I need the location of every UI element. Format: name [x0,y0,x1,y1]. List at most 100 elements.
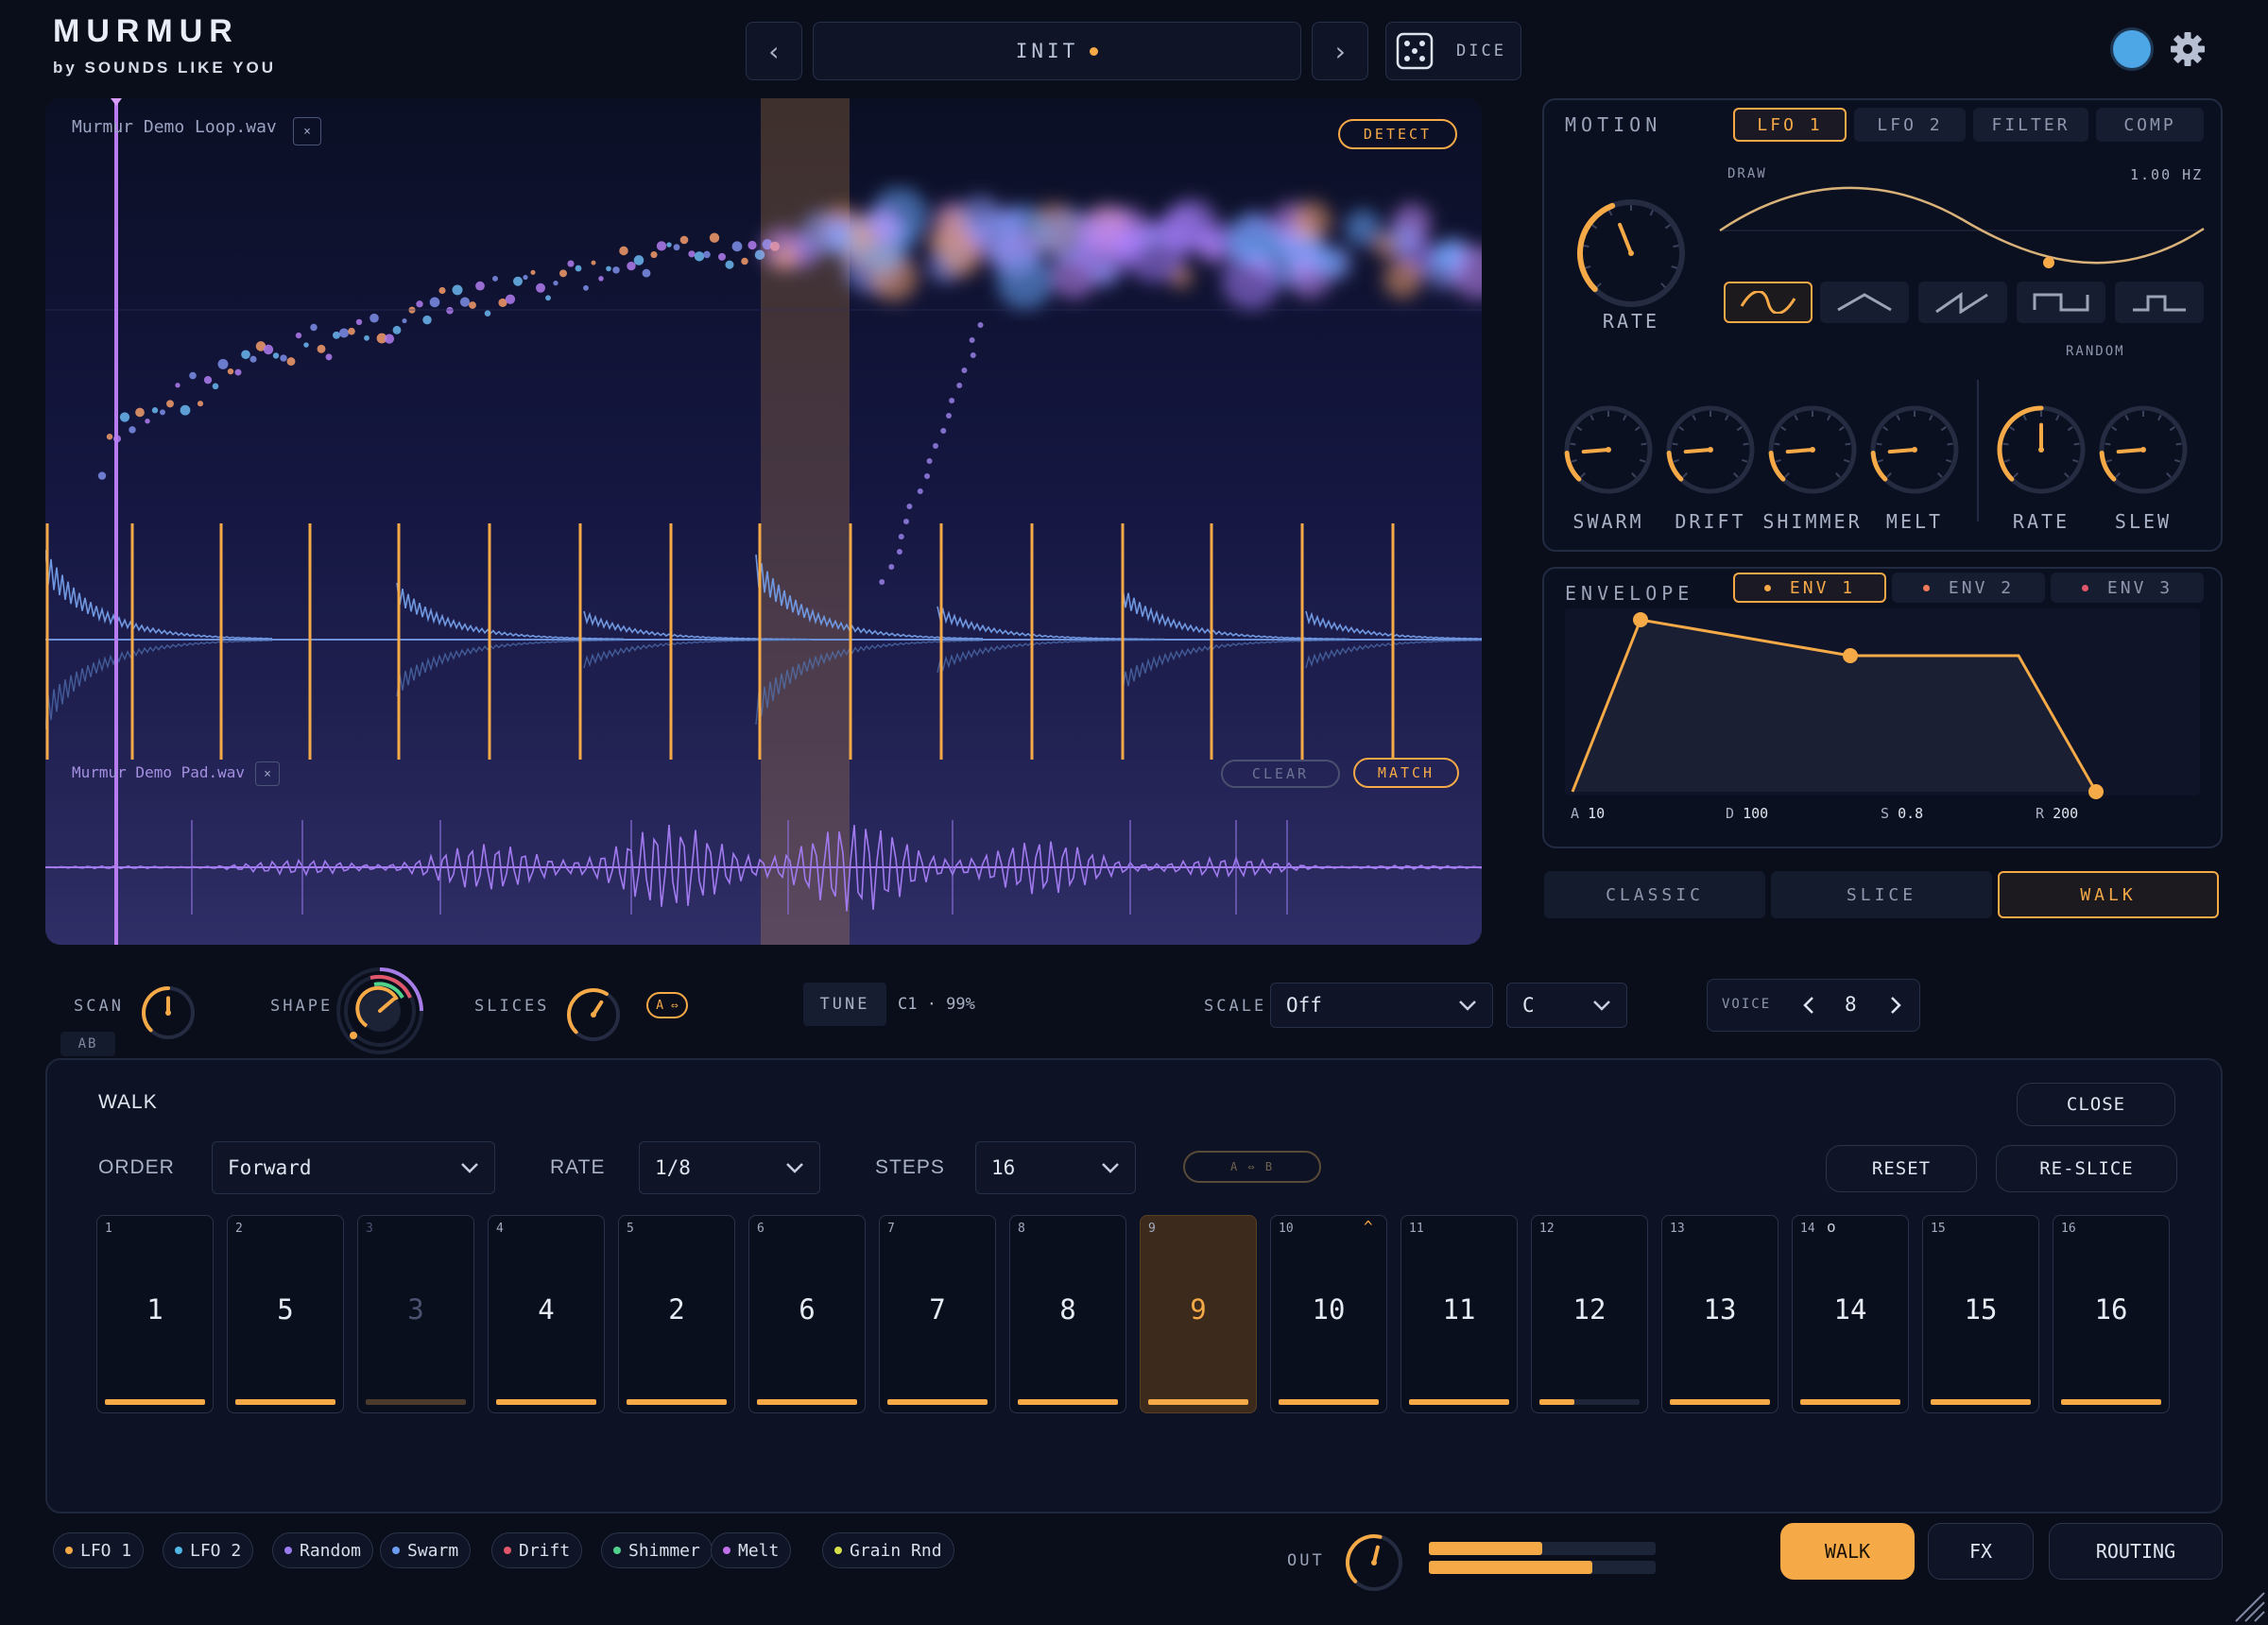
step-level-bar[interactable] [1279,1399,1379,1405]
walk-step[interactable]: 77 [879,1215,996,1413]
reset-button[interactable]: RESET [1826,1145,1977,1192]
steps-dropdown[interactable]: 16 [975,1141,1136,1194]
mode-classic-button[interactable]: CLASSIC [1544,871,1765,918]
tab-lfo1[interactable]: LFO 1 [1733,108,1847,142]
voice-increment-button[interactable] [1888,995,1903,1016]
step-level-bar[interactable] [887,1399,988,1405]
step-level-bar[interactable] [2061,1399,2161,1405]
walk-step[interactable]: 14 o 14 [1792,1215,1909,1413]
scan-knob[interactable] [138,983,198,1043]
mod-source-chip[interactable]: Melt [711,1532,792,1568]
next-preset-button[interactable]: › [1312,22,1368,80]
release-handle[interactable] [2088,784,2104,799]
step-level-bar[interactable] [627,1399,727,1405]
walk-step[interactable]: 10 ^ 10 [1270,1215,1387,1413]
mode-slice-button[interactable]: SLICE [1771,871,1992,918]
order-dropdown[interactable]: Forward [212,1141,495,1194]
knob-shimmer[interactable] [1765,402,1860,497]
walk-step[interactable]: 88 [1009,1215,1126,1413]
step-level-bar[interactable] [1931,1399,2031,1405]
resize-handle-icon[interactable] [2230,1587,2266,1623]
slices-ab-toggle[interactable]: A ⇔ [646,992,688,1018]
mod-source-chip[interactable]: Drift [491,1532,583,1568]
footer-fx-button[interactable]: FX [1928,1523,2034,1580]
shape-triangle-button[interactable] [1820,282,1909,323]
reslice-button[interactable]: RE-SLICE [1996,1145,2177,1192]
knob-slew[interactable] [2096,402,2191,497]
scale-dropdown[interactable]: Off [1270,983,1493,1028]
step-level-bar[interactable] [757,1399,857,1405]
step-level-bar[interactable] [1018,1399,1118,1405]
lfo-curve[interactable] [1716,185,2208,270]
mod-source-chip[interactable]: Random [272,1532,374,1568]
remove-sample-b-button[interactable]: × [255,761,280,786]
playhead-handle[interactable] [111,98,122,106]
lfo-rate-knob[interactable] [1574,197,1688,310]
mod-source-chip[interactable]: LFO 1 [53,1532,145,1568]
prev-preset-button[interactable]: ‹ [746,22,802,80]
knob-drift[interactable] [1663,402,1758,497]
shape-square-button[interactable] [2017,282,2105,323]
tab-comp[interactable]: COMP [2096,108,2204,142]
shape-knob[interactable] [333,962,427,1056]
walk-step[interactable]: 13 13 [1661,1215,1778,1413]
tab-lfo2[interactable]: LFO 2 [1854,108,1966,142]
walk-rate-dropdown[interactable]: 1/8 [639,1141,820,1194]
walk-close-button[interactable]: CLOSE [2017,1083,2175,1126]
shape-saw-button[interactable] [1918,282,2007,323]
walk-step[interactable]: 16 16 [2053,1215,2170,1413]
gear-icon[interactable] [2169,30,2207,68]
walk-step[interactable]: 52 [618,1215,735,1413]
ab-toggle[interactable]: AB [60,1032,115,1056]
out-knob[interactable] [1342,1531,1406,1595]
step-level-bar[interactable] [496,1399,596,1405]
tab-env2[interactable]: ENV 2 [1892,573,2045,603]
walk-step[interactable]: 25 [227,1215,344,1413]
mod-source-chip[interactable]: Shimmer [601,1532,713,1568]
footer-routing-button[interactable]: ROUTING [2049,1523,2223,1580]
slices-knob[interactable] [563,984,624,1045]
dice-button[interactable]: DICE [1385,22,1521,80]
shape-random-button[interactable] [2115,282,2204,323]
walk-step[interactable]: 11 11 [1400,1215,1518,1413]
tune-value[interactable]: C1 · 99% [898,995,975,1014]
knob-melt[interactable] [1867,402,1962,497]
walk-ab-toggle[interactable]: A ⇔ B [1183,1151,1321,1183]
step-level-bar[interactable] [105,1399,205,1405]
walk-step[interactable]: 99 [1140,1215,1257,1413]
envelope-graph[interactable] [1561,605,2204,803]
tab-env3[interactable]: ENV 3 [2051,573,2204,603]
walk-step[interactable]: 66 [748,1215,866,1413]
tab-env1[interactable]: ENV 1 [1733,573,1886,603]
walk-step[interactable]: 12 12 [1531,1215,1648,1413]
voice-decrement-button[interactable] [1801,995,1816,1016]
shape-sine-button[interactable] [1724,282,1813,323]
mod-source-chip[interactable]: Swarm [380,1532,472,1568]
knob-swarm[interactable] [1561,402,1656,497]
walk-step[interactable]: 15 15 [1922,1215,2039,1413]
clear-button[interactable]: CLEAR [1221,760,1340,788]
mode-walk-button[interactable]: WALK [1998,871,2219,918]
step-level-bar[interactable] [235,1399,335,1405]
step-level-bar[interactable] [366,1399,466,1405]
detect-button[interactable]: DETECT [1338,119,1457,149]
footer-walk-button[interactable]: WALK [1780,1523,1915,1580]
walk-step[interactable]: 33 [357,1215,474,1413]
mod-source-chip[interactable]: LFO 2 [163,1532,254,1568]
walk-step[interactable]: 11 [96,1215,214,1413]
key-dropdown[interactable]: C [1506,983,1627,1028]
match-button[interactable]: MATCH [1353,758,1459,788]
status-dot-icon[interactable] [2113,30,2151,68]
step-level-bar[interactable] [1670,1399,1770,1405]
step-level-bar[interactable] [1539,1399,1640,1405]
step-level-bar[interactable] [1148,1399,1248,1405]
attack-handle[interactable] [1633,612,1648,627]
step-level-bar[interactable] [1409,1399,1509,1405]
preset-selector[interactable]: INIT [813,22,1301,80]
tab-filter[interactable]: FILTER [1973,108,2088,142]
knob-rate[interactable] [1994,402,2088,497]
mod-source-chip[interactable]: Grain Rnd [822,1532,954,1568]
step-level-bar[interactable] [1800,1399,1900,1405]
walk-step[interactable]: 44 [488,1215,605,1413]
sample-visualizer[interactable]: Murmur Demo Loop.wav × DETECT Murmur Dem… [45,98,1482,945]
